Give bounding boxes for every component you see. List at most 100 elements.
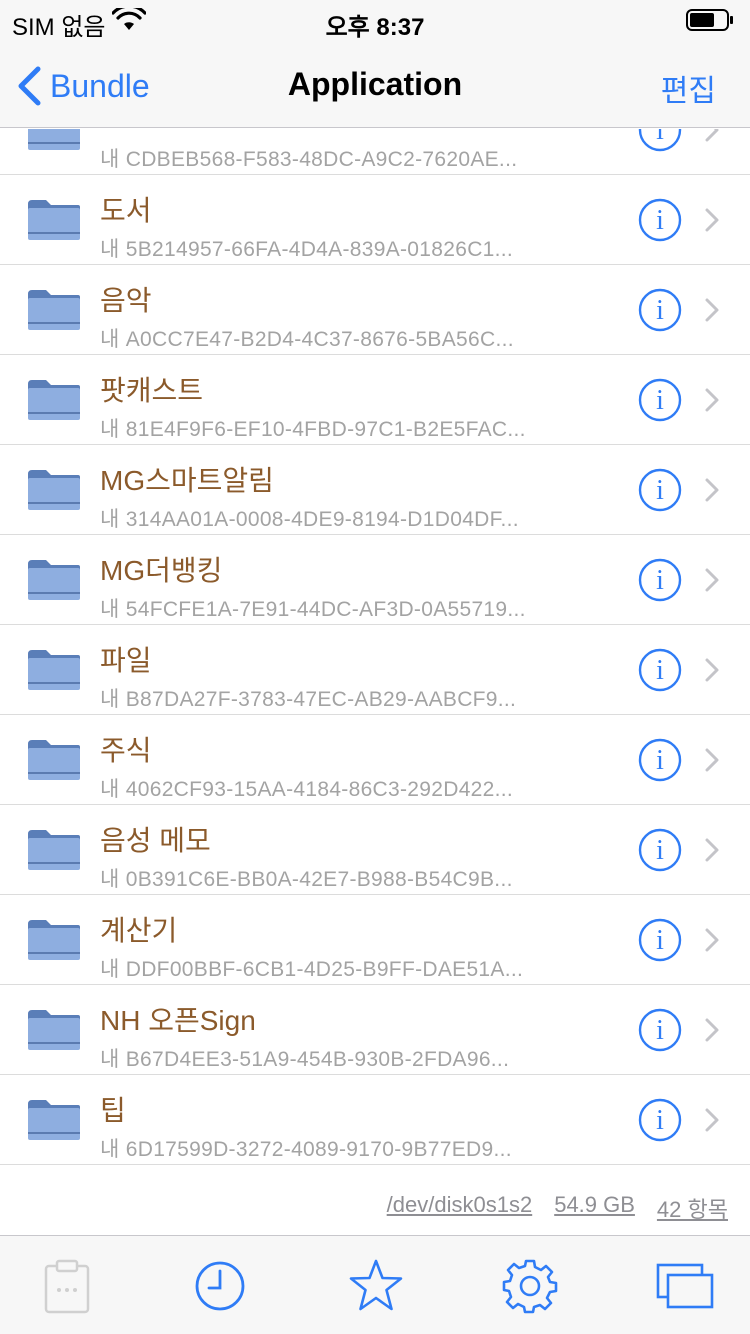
item-subtitle: 내 5B214957-66FA-4D4A-839A-01826C1... bbox=[100, 238, 514, 261]
item-subtitle: 내 DDF00BBF-6CB1-4D25-B9FF-DAE51A... bbox=[100, 958, 524, 981]
info-icon[interactable]: i bbox=[638, 378, 682, 422]
item-title: 계산기 bbox=[100, 915, 178, 946]
page-title: Application bbox=[287, 66, 463, 102]
item-title: 파일 bbox=[100, 645, 152, 676]
info-icon[interactable]: i bbox=[638, 558, 682, 602]
list-item[interactable]: MG스마트알림 내 314AA01A-0008-4DE9-8194-D1D04D… bbox=[0, 445, 750, 535]
folder-icon bbox=[28, 200, 80, 240]
folder-icon bbox=[28, 560, 80, 600]
battery-icon bbox=[686, 9, 733, 31]
list-item[interactable]: 파일 내 B87DA27F-3783-47EC-AB29-AABCF9... i bbox=[0, 625, 750, 715]
status-time: 오후 8:37 bbox=[325, 14, 425, 41]
folder-icon bbox=[28, 740, 80, 780]
clock-icon[interactable] bbox=[192, 1258, 248, 1314]
svg-text:i: i bbox=[656, 835, 664, 866]
info-icon[interactable]: i bbox=[638, 198, 682, 242]
folder-icon bbox=[28, 129, 80, 150]
chevron-right-icon bbox=[705, 478, 719, 502]
chevron-right-icon bbox=[705, 838, 719, 862]
chevron-right-icon bbox=[705, 1018, 719, 1042]
item-title: MG더뱅킹 bbox=[100, 555, 223, 586]
list-item[interactable]: 팁 내 6D17599D-3272-4089-9170-9B77ED9... i bbox=[0, 1075, 750, 1165]
list-item[interactable]: 계산기 내 DDF00BBF-6CB1-4D25-B9FF-DAE51A... … bbox=[0, 895, 750, 985]
item-title: 음성 메모 bbox=[100, 825, 211, 856]
chevron-right-icon bbox=[705, 208, 719, 232]
chevron-right-icon bbox=[705, 298, 719, 322]
item-title: 팁 bbox=[100, 1095, 126, 1126]
list-item[interactable]: 음성 메모 내 0B391C6E-BB0A-42E7-B988-B54C9B..… bbox=[0, 805, 750, 895]
svg-text:i: i bbox=[656, 295, 664, 326]
svg-text:i: i bbox=[656, 1105, 664, 1136]
list-item[interactable]: 내 CDBEB568-F583-48DC-A9C2-7620AE... i bbox=[0, 129, 750, 175]
item-subtitle: 내 CDBEB568-F583-48DC-A9C2-7620AE... bbox=[100, 148, 518, 171]
folder-icon bbox=[28, 470, 80, 510]
folder-icon bbox=[28, 1010, 80, 1050]
navigation-bar: Bundle Application 편집 bbox=[0, 40, 750, 128]
edit-button[interactable]: 편집 bbox=[661, 66, 716, 110]
star-icon[interactable] bbox=[348, 1258, 404, 1314]
item-count: 42 항목 bbox=[656, 1197, 728, 1222]
item-title: MG스마트알림 bbox=[100, 465, 274, 496]
item-subtitle: 내 81E4F9F6-EF10-4FBD-97C1-B2E5FAC... bbox=[100, 418, 526, 441]
item-subtitle: 내 B67D4EE3-51A9-454B-930B-2FDA96... bbox=[100, 1048, 510, 1071]
folder-icon bbox=[28, 380, 80, 420]
chevron-right-icon bbox=[705, 568, 719, 592]
item-title: NH 오픈Sign bbox=[100, 1005, 256, 1036]
item-subtitle: 내 54FCFE1A-7E91-44DC-AF3D-0A55719... bbox=[100, 598, 526, 621]
gear-icon[interactable] bbox=[502, 1258, 558, 1314]
list-item[interactable]: 주식 내 4062CF93-15AA-4184-86C3-292D422... … bbox=[0, 715, 750, 805]
chevron-right-icon bbox=[705, 928, 719, 952]
disk-size: 54.9 GB bbox=[554, 1192, 635, 1217]
chevron-right-icon bbox=[705, 388, 719, 412]
folder-icon bbox=[28, 830, 80, 870]
svg-text:i: i bbox=[656, 129, 664, 146]
chevron-right-icon bbox=[705, 129, 719, 142]
info-icon[interactable]: i bbox=[638, 468, 682, 512]
info-icon[interactable]: i bbox=[638, 738, 682, 782]
svg-text:i: i bbox=[656, 1015, 664, 1046]
item-subtitle: 내 6D17599D-3272-4089-9170-9B77ED9... bbox=[100, 1138, 512, 1161]
item-subtitle: 내 A0CC7E47-B2D4-4C37-8676-5BA56C... bbox=[100, 328, 514, 351]
list-item[interactable]: 음악 내 A0CC7E47-B2D4-4C37-8676-5BA56C... i bbox=[0, 265, 750, 355]
svg-text:i: i bbox=[656, 925, 664, 956]
item-title: 팟캐스트 bbox=[100, 375, 204, 406]
list-item[interactable]: MG더뱅킹 내 54FCFE1A-7E91-44DC-AF3D-0A55719.… bbox=[0, 535, 750, 625]
clipboard-icon[interactable] bbox=[40, 1258, 96, 1314]
list-item[interactable]: 도서 내 5B214957-66FA-4D4A-839A-01826C1... … bbox=[0, 175, 750, 265]
app-list[interactable]: 내 CDBEB568-F583-48DC-A9C2-7620AE... i 도서… bbox=[0, 129, 750, 1176]
item-title: 음악 bbox=[100, 285, 152, 316]
svg-text:i: i bbox=[656, 385, 664, 416]
folder-icon bbox=[28, 920, 80, 960]
folder-icon bbox=[28, 650, 80, 690]
info-icon[interactable]: i bbox=[638, 648, 682, 692]
item-title: 도서 bbox=[100, 195, 152, 226]
windows-icon[interactable] bbox=[656, 1258, 714, 1314]
info-icon[interactable]: i bbox=[638, 1098, 682, 1142]
chevron-right-icon bbox=[705, 748, 719, 772]
storage-info: /dev/disk0s1s2 54.9 GB 42 항목 bbox=[387, 1192, 728, 1224]
svg-text:i: i bbox=[656, 565, 664, 596]
item-title: 주식 bbox=[100, 735, 152, 766]
folder-icon bbox=[28, 1100, 80, 1140]
status-bar: SIM 없음 오후 8:37 bbox=[0, 0, 750, 41]
chevron-right-icon bbox=[705, 1108, 719, 1132]
info-icon[interactable]: i bbox=[638, 288, 682, 332]
item-subtitle: 내 4062CF93-15AA-4184-86C3-292D422... bbox=[100, 778, 514, 801]
info-icon[interactable]: i bbox=[638, 129, 682, 152]
info-icon[interactable]: i bbox=[638, 918, 682, 962]
item-subtitle: 내 B87DA27F-3783-47EC-AB29-AABCF9... bbox=[100, 688, 517, 711]
disk-path: /dev/disk0s1s2 bbox=[386, 1192, 533, 1217]
list-item[interactable]: NH 오픈Sign 내 B67D4EE3-51A9-454B-930B-2FDA… bbox=[0, 985, 750, 1075]
info-icon[interactable]: i bbox=[638, 1008, 682, 1052]
item-subtitle: 내 0B391C6E-BB0A-42E7-B988-B54C9B... bbox=[100, 868, 513, 891]
svg-text:i: i bbox=[656, 475, 664, 506]
info-icon[interactable]: i bbox=[638, 828, 682, 872]
svg-text:i: i bbox=[656, 205, 664, 236]
folder-icon bbox=[28, 290, 80, 330]
item-subtitle: 내 314AA01A-0008-4DE9-8194-D1D04DF... bbox=[100, 508, 519, 531]
list-item[interactable]: 팟캐스트 내 81E4F9F6-EF10-4FBD-97C1-B2E5FAC..… bbox=[0, 355, 750, 445]
svg-text:i: i bbox=[656, 655, 664, 686]
tab-bar bbox=[0, 1235, 750, 1334]
svg-text:i: i bbox=[656, 745, 664, 776]
chevron-right-icon bbox=[705, 658, 719, 682]
